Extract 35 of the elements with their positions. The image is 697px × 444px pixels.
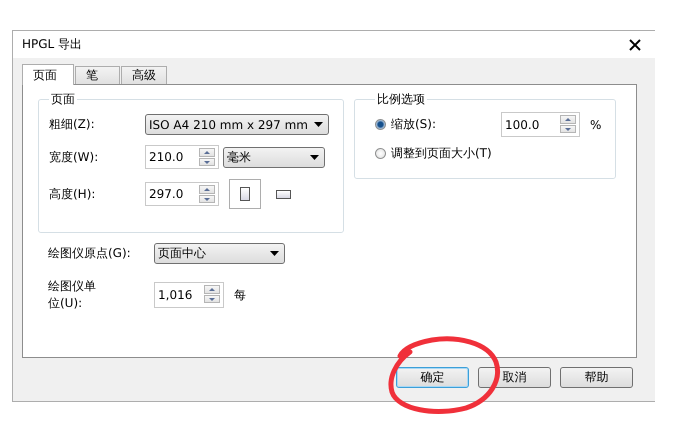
radio-button[interactable]: 缩放(S): <box>375 116 501 133</box>
dialog-button[interactable]: 取消 <box>478 367 551 388</box>
dropdown-arrow-icon <box>310 154 319 160</box>
spin-arrows-icon <box>204 285 220 303</box>
field-label: 绘图仪原点(G): <box>47 245 132 262</box>
group-title: 页面 <box>50 91 76 108</box>
tab[interactable]: 高级 <box>121 66 167 84</box>
tab[interactable]: 页面 <box>22 64 74 85</box>
close-icon <box>629 38 641 50</box>
origin-dropdown[interactable]: 页面中心 <box>154 243 285 264</box>
group-title: 比例选项 <box>376 91 426 108</box>
scale-spinbox[interactable]: 100.0 <box>501 112 580 137</box>
spin-arrows-icon <box>560 115 576 133</box>
unit-label: 每 <box>234 286 246 304</box>
unit-label: % <box>590 118 602 132</box>
close-button[interactable] <box>629 38 641 50</box>
units-spinbox[interactable]: 1,016 <box>154 282 224 308</box>
unit-dropdown[interactable]: 毫米 <box>223 146 325 168</box>
dialog-button[interactable]: 确定 <box>396 367 469 388</box>
spin-arrows-icon <box>199 148 215 166</box>
dialog-button[interactable]: 帮助 <box>560 367 633 388</box>
tab[interactable]: 笔 <box>75 66 120 84</box>
height-spinbox[interactable]: 297.0 <box>145 182 219 206</box>
field-label: 绘图仪单位(U): <box>47 278 97 312</box>
width-spinbox[interactable]: 210.0 <box>145 145 219 169</box>
field-label: 粗细(Z): <box>49 116 96 133</box>
dropdown-arrow-icon <box>314 122 323 127</box>
spin-arrows-icon <box>199 185 215 203</box>
dropdown-arrow-icon <box>270 251 279 256</box>
field-label: 高度(H): <box>49 186 96 202</box>
window-title: HPGL 导出 <box>22 36 82 53</box>
field-label: 宽度(W): <box>49 148 100 166</box>
radio-button[interactable]: 调整到页面大小(T) <box>375 145 615 162</box>
paper-size-dropdown[interactable]: ISO A4 210 mm x 297 mm <box>145 114 329 135</box>
portrait-button[interactable] <box>229 179 261 209</box>
